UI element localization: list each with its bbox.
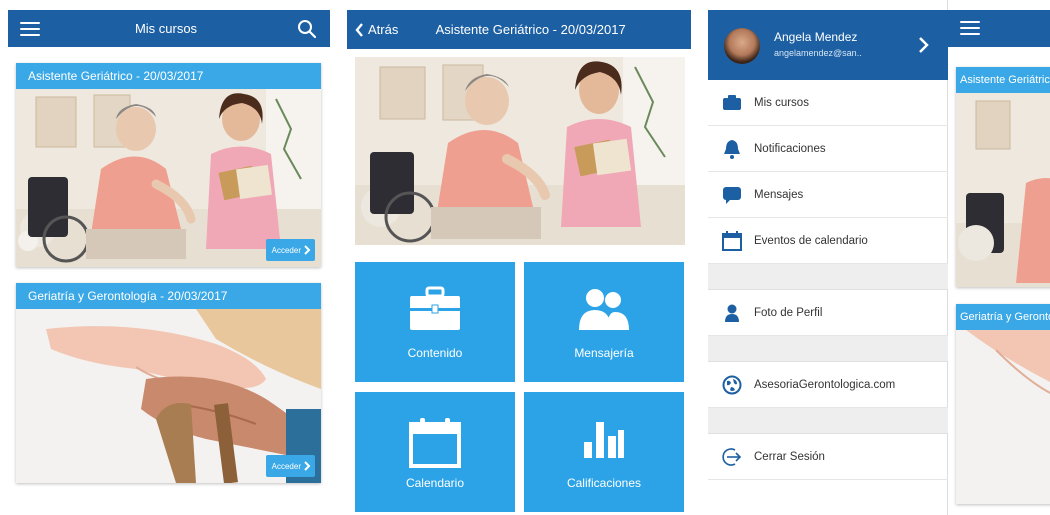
- calendar-icon: [722, 230, 742, 251]
- course-hero-image: [355, 57, 685, 245]
- user-name: Angela Mendez: [774, 30, 858, 44]
- course-detail-screen: Atrás Asistente Geriátrico - 20/03/2017: [347, 0, 692, 515]
- course-title: Geriatría y Gerontología - 20/03/2017: [956, 304, 1050, 330]
- person-icon: [722, 303, 742, 323]
- course-image: [956, 93, 1050, 287]
- user-email: angelamendez@san..: [774, 48, 862, 58]
- app-bar: Atrás Asistente Geriátrico - 20/03/2017: [347, 10, 691, 49]
- menu-item-label: AsesoriaGerontologica.com: [754, 378, 896, 391]
- bell-icon: [722, 139, 742, 159]
- tile-label: Mensajería: [574, 346, 634, 360]
- course-image: [956, 330, 1050, 504]
- bar-chart-icon: [584, 422, 624, 458]
- menu-item-label: Cerrar Sesión: [754, 450, 825, 463]
- course-card[interactable]: Geriatría y Gerontología - 20/03/2017 Ac…: [16, 283, 321, 483]
- menu-icon[interactable]: [20, 21, 40, 36]
- menu-item-logout[interactable]: Cerrar Sesión: [708, 434, 948, 480]
- access-button[interactable]: Acceder: [265, 239, 315, 261]
- globe-icon: [722, 375, 742, 395]
- menu-item-label: Mensajes: [754, 188, 804, 201]
- tile-label: Calendario: [405, 476, 465, 490]
- menu-divider: [708, 264, 948, 290]
- page-title: Asistente Geriátrico - 20/03/2017: [435, 22, 626, 37]
- search-icon[interactable]: [292, 14, 322, 44]
- menu-item-label: Foto de Perfil: [754, 306, 823, 319]
- menu-item-calendar-events[interactable]: Eventos de calendario: [708, 218, 948, 264]
- menu-item-messages[interactable]: Mensajes: [708, 172, 948, 218]
- app-bar: [948, 10, 1050, 47]
- users-icon: [579, 289, 629, 330]
- tile-label: Contenido: [407, 346, 463, 360]
- course-card[interactable]: Asistente Geriátrico - 20/03/2017: [956, 67, 1050, 287]
- logout-icon: [722, 447, 742, 467]
- message-icon: [722, 185, 742, 205]
- background-course-list: Asistente Geriátrico - 20/03/2017 Geriat…: [948, 0, 1050, 515]
- course-title: Asistente Geriátrico - 20/03/2017: [956, 67, 1050, 93]
- tile-content[interactable]: Contenido: [355, 262, 515, 382]
- tile-messaging[interactable]: Mensajería: [524, 262, 684, 382]
- folder-icon: [722, 93, 742, 113]
- access-button-label: Acceder: [271, 245, 301, 255]
- menu-divider: [708, 408, 948, 434]
- menu-item-profile-photo[interactable]: Foto de Perfil: [708, 290, 948, 336]
- page-title: Mis cursos: [134, 21, 198, 36]
- access-button-label: Acceder: [271, 461, 301, 471]
- briefcase-icon: [410, 286, 460, 330]
- access-button[interactable]: Acceder: [265, 455, 315, 477]
- app-bar: Mis cursos: [8, 10, 330, 47]
- back-button[interactable]: Atrás: [355, 22, 398, 37]
- menu-item-label: Mis cursos: [754, 96, 809, 109]
- courses-screen: Mis cursos Asistente Geriátrico - 20/03/…: [0, 0, 338, 515]
- menu-item-label: Eventos de calendario: [754, 234, 868, 247]
- course-title: Geriatría y Gerontología - 20/03/2017: [16, 283, 321, 309]
- course-card[interactable]: Geriatría y Gerontología - 20/03/2017: [956, 304, 1050, 504]
- chevron-right-icon: [304, 461, 311, 471]
- menu-icon[interactable]: [960, 21, 980, 35]
- menu-item-label: Notificaciones: [754, 142, 826, 155]
- menu-divider: [708, 336, 948, 362]
- avatar: [724, 28, 760, 64]
- drawer-screen: Angela Mendez angelamendez@san.. Mis cur…: [708, 0, 1050, 515]
- chevron-right-icon: [304, 245, 311, 255]
- navigation-drawer: Angela Mendez angelamendez@san.. Mis cur…: [708, 0, 948, 515]
- tile-calendar[interactable]: Calendario: [355, 392, 515, 512]
- drawer-header[interactable]: Angela Mendez angelamendez@san..: [708, 10, 948, 80]
- course-image: Acceder: [16, 89, 321, 267]
- menu-item-notifications[interactable]: Notificaciones: [708, 126, 948, 172]
- chevron-left-icon: [355, 22, 363, 37]
- course-title: Asistente Geriátrico - 20/03/2017: [16, 63, 321, 89]
- chevron-right-icon[interactable]: [918, 36, 930, 54]
- back-label: Atrás: [368, 22, 399, 37]
- menu-item-courses[interactable]: Mis cursos: [708, 80, 948, 126]
- course-image: Acceder: [16, 309, 321, 483]
- course-card[interactable]: Asistente Geriátrico - 20/03/2017: [16, 63, 321, 267]
- menu-item-website[interactable]: AsesoriaGerontologica.com: [708, 362, 948, 408]
- tile-grades[interactable]: Calificaciones: [524, 392, 684, 512]
- tile-label: Calificaciones: [566, 476, 642, 490]
- calendar-icon: [409, 418, 461, 468]
